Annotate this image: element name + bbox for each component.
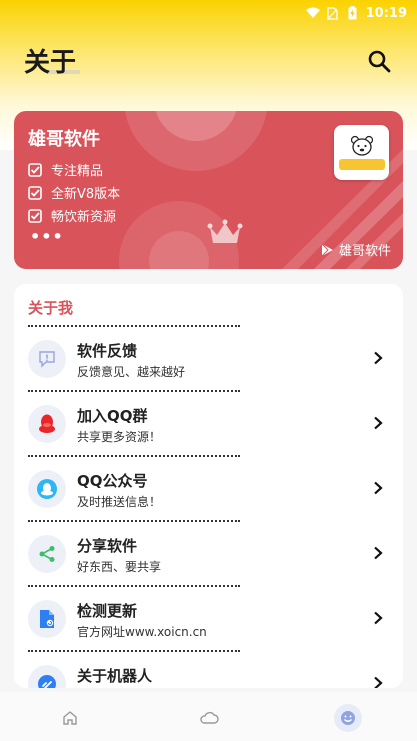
item-subtitle: 反馈意见、越来越好 [77, 365, 186, 379]
feature-label: 畅饮新资源 [51, 210, 117, 225]
chevron-right-icon [374, 481, 383, 495]
feature-label: 全新V8版本 [51, 187, 121, 202]
chevron-right-icon [374, 611, 383, 625]
nav-home[interactable] [56, 704, 84, 732]
robot-link-icon [28, 665, 66, 688]
nav-cloud[interactable] [195, 704, 223, 732]
wifi-icon [305, 6, 320, 20]
logo-wordmark [338, 159, 385, 170]
section-title: 关于我 [28, 299, 74, 317]
item-subtitle: 好东西、要共享 [77, 560, 162, 574]
checkbox-icon [28, 162, 42, 177]
banner-feature: 专注精品 [28, 160, 103, 179]
banner-feature: 全新V8版本 [28, 183, 120, 202]
item-title: 检测更新 [77, 602, 138, 620]
share-icon [28, 535, 66, 573]
list-item-check-update[interactable]: 检测更新 官方网址www.xoicn.cn [14, 586, 403, 648]
qq-penguin-icon [28, 405, 66, 443]
battery-icon [346, 6, 360, 20]
update-file-icon [28, 600, 66, 638]
play-icon [321, 243, 333, 256]
brand-label: 雄哥软件 [338, 244, 391, 259]
item-title: 软件反馈 [77, 342, 138, 360]
sim-icon [326, 6, 340, 20]
about-card: 关于我 软件反馈 反馈意见、越来越好 加入QQ群 共享更多资源！ QQ公众号 及… [14, 284, 403, 688]
bottom-navigation [0, 692, 417, 741]
item-title: 分享软件 [77, 537, 138, 555]
list-item-feedback[interactable]: 软件反馈 反馈意见、越来越好 [14, 326, 403, 388]
list-item-about-robot[interactable]: 关于机器人 [14, 651, 403, 688]
status-time: 10:19 [365, 5, 407, 21]
banner-feature: 畅饮新资源 [28, 206, 116, 225]
chevron-right-icon [374, 351, 383, 365]
banner-brand: 雄哥软件 [320, 240, 391, 259]
nav-profile[interactable] [334, 704, 362, 732]
crown-icon [207, 219, 243, 243]
item-title: 关于机器人 [77, 667, 153, 685]
cloud-icon [200, 711, 219, 724]
more-dots[interactable]: ••• [30, 227, 64, 246]
list-item-share[interactable]: 分享软件 好东西、要共享 [14, 521, 403, 583]
bear-icon [350, 135, 373, 156]
checkbox-icon [28, 208, 42, 223]
item-subtitle: 官方网址www.xoicn.cn [77, 625, 207, 639]
search-icon [368, 50, 391, 73]
banner-title: 雄哥软件 [28, 129, 100, 150]
page-title: 关于 [24, 48, 77, 78]
app-logo [334, 125, 389, 180]
item-title: QQ公众号 [77, 472, 148, 490]
list-item-qq-group[interactable]: 加入QQ群 共享更多资源！ [14, 391, 403, 453]
item-subtitle: 共享更多资源！ [77, 430, 162, 444]
smiley-icon [341, 711, 355, 725]
home-icon [63, 711, 77, 725]
search-button[interactable] [366, 48, 392, 74]
item-title: 加入QQ群 [77, 407, 148, 425]
chevron-right-icon [374, 416, 383, 430]
status-bar: 10:19 [0, 0, 417, 26]
list-item-qq-official[interactable]: QQ公众号 及时推送信息！ [14, 456, 403, 518]
feature-label: 专注精品 [51, 164, 104, 179]
item-subtitle: 及时推送信息！ [77, 495, 162, 509]
chevron-right-icon [374, 546, 383, 560]
checkbox-icon [28, 185, 42, 200]
qq-official-icon [28, 470, 66, 508]
top-app-bar: 关于 [0, 40, 417, 82]
feedback-icon [28, 340, 66, 378]
chevron-right-icon [374, 676, 383, 688]
